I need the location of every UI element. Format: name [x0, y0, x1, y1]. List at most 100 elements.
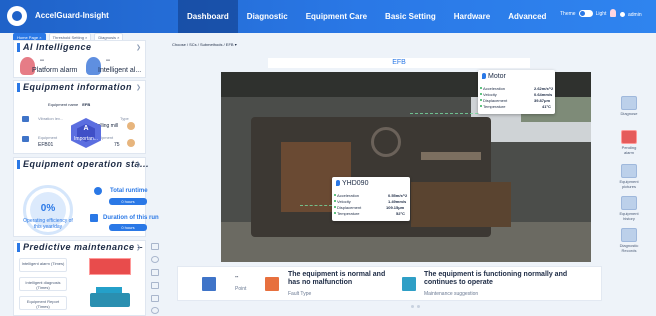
location-pin-icon	[482, 73, 486, 79]
sidebar-item-equipment-pictures[interactable]: Equipment pictures	[617, 164, 641, 189]
nav-basic-setting[interactable]: Basic Setting	[376, 0, 445, 33]
yhd-acc-value: 0.55m/s^2	[388, 193, 408, 198]
nav-dashboard[interactable]: Dashboard	[178, 0, 238, 33]
page-dot[interactable]	[411, 305, 414, 308]
theme-switch[interactable]: Theme Light	[560, 10, 606, 17]
photo-pipe	[421, 152, 481, 160]
operation-status-card: Equipment operation sta... ❯ 0% Operatin…	[13, 157, 159, 237]
type-icon	[127, 122, 135, 130]
total-runtime-value: 0 hours	[109, 198, 147, 205]
bell-icon[interactable]	[610, 9, 616, 17]
run-duration-value: 0 hours	[109, 224, 147, 231]
equipment-pictures-label: Equipment pictures	[619, 179, 639, 189]
equipment-name-value: EFB	[82, 102, 91, 107]
page-title: EFB	[392, 59, 406, 66]
nav-hardware[interactable]: Hardware	[445, 0, 499, 33]
equipment-history-label: Equipment history	[619, 211, 639, 221]
yhd-title-text: YHD090	[342, 180, 369, 187]
motor-sensor-card[interactable]: Motor Acceleration 2.62m/s^2 Velocity 0.…	[478, 70, 555, 114]
settings-icon[interactable]	[151, 282, 159, 289]
diagnose-label: Diagnose	[620, 111, 638, 116]
edit-icon[interactable]	[151, 269, 159, 276]
avatar[interactable]	[620, 12, 625, 17]
ai-intelligence-card: AI Intelligence ❯ -- Platform alarm -- I…	[13, 40, 146, 78]
nav-equipment-care[interactable]: Equipment Care	[297, 0, 376, 33]
motor-vel-value: 0.64mm/s	[534, 92, 553, 97]
yhd-temp-label: Temperature	[333, 211, 360, 216]
platform-alarm-label: Platform alarm	[32, 67, 78, 74]
equipment2-icon	[127, 139, 135, 147]
logo	[7, 6, 27, 26]
equipment-report-count[interactable]: Equipment Report (Times)	[19, 296, 67, 310]
page-dot[interactable]	[417, 305, 420, 308]
card-header: AI Intelligence ❯	[14, 41, 145, 54]
platform-alarm[interactable]: -- Platform alarm	[18, 57, 78, 77]
yhd-pointer-line	[300, 205, 332, 206]
chevron-right-icon[interactable]: ❯	[136, 161, 141, 168]
nav-advanced[interactable]: Advanced	[499, 0, 555, 33]
motor-pointer-line	[410, 113, 478, 114]
vibration-icon	[22, 116, 29, 122]
intelligent-alarm-count[interactable]: Intelligent alarm (Times)	[19, 258, 67, 272]
pagination-dots[interactable]	[411, 305, 423, 308]
location-pin-icon	[336, 180, 340, 186]
main-nav: Dashboard Diagnostic Equipment Care Basi…	[178, 0, 555, 33]
point-label: Point	[235, 286, 247, 292]
motor-acc-label: Acceleration	[479, 86, 506, 91]
equipment-label: Equipment	[38, 135, 58, 140]
motor-temp-label: Temperature	[479, 104, 506, 109]
fullscreen-icon[interactable]	[151, 243, 159, 250]
save-icon[interactable]	[151, 295, 159, 302]
yhd-vel-value: 1.49mm/s	[388, 199, 407, 204]
card-header: Predictive maintenance – ❯	[14, 241, 145, 254]
fault-icon	[265, 277, 279, 291]
status-panel: -- Point The equipment is normal and has…	[177, 266, 602, 301]
importance-grade: A	[83, 125, 89, 132]
picture-icon	[621, 164, 637, 178]
card-header: Equipment information ❯	[14, 81, 145, 94]
yhd-title: YHD090	[336, 180, 368, 187]
title-bar-marker	[17, 243, 20, 252]
motor-acc-value: 2.62m/s^2	[534, 86, 554, 91]
photo-rust-area	[411, 182, 511, 227]
equipment-value: EFB01	[38, 142, 54, 148]
motor-title: Motor	[482, 73, 506, 80]
equipment2-value: 75	[114, 142, 120, 148]
platform-alarm-value: --	[40, 58, 44, 64]
top-bar: AccelGuard-Insight Dashboard Diagnostic …	[0, 0, 656, 33]
yhd090-sensor-card[interactable]: YHD090 Acceleration 0.55m/s^2 Velocity 1…	[332, 177, 410, 221]
chevron-right-icon[interactable]: ❯	[136, 44, 141, 51]
operation-title: Equipment operation sta...	[23, 159, 150, 169]
intelligent-alarm-label: Intelligent al...	[98, 67, 142, 74]
yhd-acc-label: Acceleration	[333, 193, 360, 198]
nav-diagnostic[interactable]: Diagnostic	[238, 0, 297, 33]
intelligent-diagnosis-count[interactable]: Intelligent diagnosis (Times)	[19, 277, 67, 291]
intelligent-alarm[interactable]: -- Intelligent al...	[84, 57, 144, 77]
efficiency-percent: 0%	[40, 203, 56, 214]
sidebar-item-diagnose[interactable]: Diagnose	[617, 96, 641, 116]
predictive-title: Predictive maintenance –	[23, 242, 144, 252]
theme-toggle[interactable]	[578, 10, 593, 17]
view-icon[interactable]	[151, 256, 159, 263]
breadcrumb[interactable]: Choose / SCs / Submethods / EFB ▾	[172, 42, 237, 47]
sidebar-item-equipment-history[interactable]: Equipment history	[617, 196, 641, 221]
user-name[interactable]: admin	[628, 12, 642, 18]
sidebar-item-diagnostic-records[interactable]: Diagnostic Records	[617, 228, 641, 253]
chevron-right-icon[interactable]: ❯	[136, 84, 141, 91]
intelligent-alarm-value: --	[106, 58, 110, 64]
maintenance-icon	[402, 277, 416, 291]
help-icon[interactable]	[151, 307, 159, 314]
equipment-icon	[22, 136, 29, 142]
chevron-right-icon[interactable]: ❯	[136, 244, 141, 251]
theme-label: Theme	[560, 10, 576, 17]
sidebar-item-pending-alarm[interactable]: Pending alarm	[617, 130, 641, 155]
card-header: Equipment operation sta... ❯	[14, 158, 149, 171]
motor-disp-value: 39.87μm	[534, 98, 551, 103]
fault-type-label: Fault Type	[288, 291, 312, 297]
title-bar-marker	[17, 43, 20, 52]
hourglass-icon	[90, 214, 98, 222]
efficiency-label: Operating efficiency of this year/day	[23, 218, 73, 230]
point-value: --	[235, 274, 239, 280]
history-icon	[621, 196, 637, 210]
theme-value: Light	[595, 10, 607, 17]
